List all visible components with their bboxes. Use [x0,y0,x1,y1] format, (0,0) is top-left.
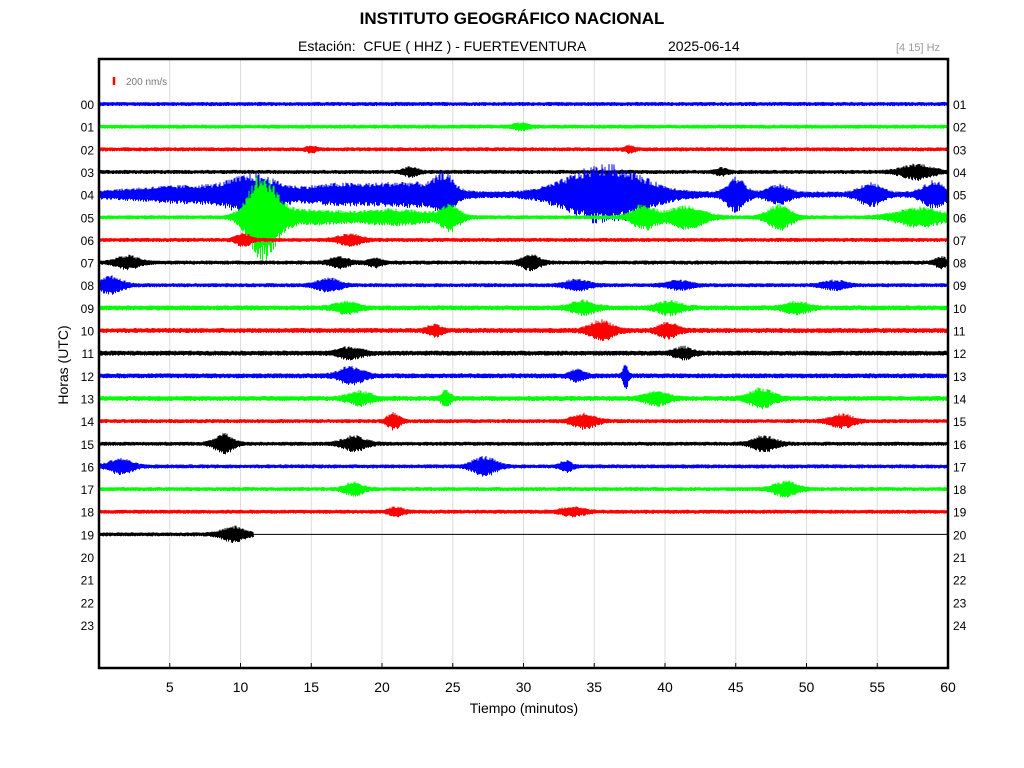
x-tick-label: 5 [166,679,174,695]
hour-label: 23 [953,596,967,610]
hour-label: 09 [953,279,967,293]
hour-label: 23 [81,619,95,633]
hour-label: 17 [953,460,967,474]
hour-label: 15 [81,438,95,452]
hour-label: 18 [953,483,967,497]
hour-label: 21 [81,574,95,588]
hour-label: 02 [953,121,967,135]
x-tick-label: 55 [869,679,885,695]
hour-label: 08 [81,279,95,293]
scale-label: 200 nm/s [126,77,167,88]
hour-label: 03 [953,143,967,157]
hour-label: 15 [953,415,967,429]
hour-label: 04 [953,166,967,180]
x-tick-label: 10 [233,679,249,695]
hour-label: 05 [81,211,95,225]
hour-label: 16 [953,438,967,452]
hour-label: 01 [953,98,967,112]
hour-label: 13 [953,370,967,384]
hour-label: 14 [81,415,95,429]
hour-label: 11 [82,347,95,361]
hour-label: 06 [953,211,967,225]
hour-label: 19 [81,528,95,542]
hour-label: 10 [81,325,95,339]
hour-label: 20 [81,551,95,565]
hour-label: 22 [953,574,967,588]
hour-label: 03 [81,166,95,180]
right-hour-labels: 01 02 03 04 05 06 07 08 09 10 11 12 13 14 15 16 17 18 19 20… [953,98,967,633]
y-axis-label: Horas (UTC) [55,325,71,405]
hour-label: 12 [81,370,95,384]
scale-marker: 200 nm/s [112,77,167,88]
hour-label: 20 [953,528,967,542]
hour-label: 14 [953,392,967,406]
x-tick-label: 60 [940,679,956,695]
hour-label: 05 [953,189,967,203]
hour-label: 11 [953,325,966,339]
hour-label: 24 [953,619,967,633]
x-axis-label: Tiempo (minutos) [469,700,579,716]
hour-label: 00 [81,98,95,112]
trace-19 [98,525,254,544]
hour-label: 01 [81,121,95,135]
x-tick-label: 45 [728,679,744,695]
trace-00 [98,101,949,107]
x-tick-label: 35 [586,679,602,695]
hour-label: 08 [953,257,967,271]
hour-label: 09 [81,302,95,316]
trace-01 [98,122,949,132]
hour-label: 18 [81,506,95,520]
hour-label: 06 [81,234,95,248]
hour-label: 07 [953,234,967,248]
x-tick-label: 40 [657,679,673,695]
left-hour-labels: 00 01 02 03 04 05 06 07 08 09 10 11 12 13 14 15 16 17 18 19… [81,98,95,633]
hour-label: 21 [953,551,967,565]
hour-label: 10 [953,302,967,316]
x-tick-label: 30 [516,679,532,695]
seismogram-chart: 200 nm/s 00 01 02 03 04 05 06 07 08 09 10 11 12 13 14 1… [81,57,967,695]
hour-label: 04 [81,189,95,203]
x-tick-label: 25 [445,679,461,695]
x-tick-label: 15 [303,679,319,695]
hour-label: 17 [81,483,95,497]
hour-label: 19 [953,506,967,520]
hour-label: 22 [81,596,95,610]
hour-label: 13 [81,392,95,406]
hour-label: 07 [81,257,95,271]
hour-label: 16 [81,460,95,474]
x-tick-label: 20 [374,679,390,695]
x-tick-label: 50 [799,679,815,695]
hour-label: 12 [953,347,967,361]
hour-label: 02 [81,143,95,157]
